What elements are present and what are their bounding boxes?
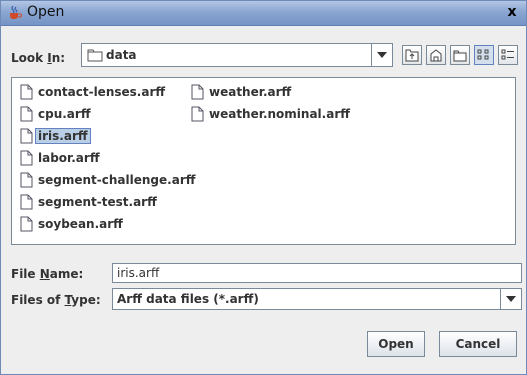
- folder-icon: [87, 48, 103, 65]
- list-view-button[interactable]: [474, 45, 494, 65]
- file-item[interactable]: contact-lenses.arff: [20, 82, 165, 102]
- java-coffee-icon: [7, 4, 23, 20]
- file-item[interactable]: segment-challenge.arff: [20, 170, 195, 190]
- file-icon: [20, 150, 33, 166]
- file-icon: [20, 128, 33, 144]
- file-item[interactable]: weather.arff: [191, 82, 291, 102]
- file-name: cpu.arff: [38, 107, 91, 121]
- new-folder-icon: [453, 50, 467, 62]
- cancel-button[interactable]: Cancel: [439, 331, 517, 357]
- file-name-label: File Name:: [11, 267, 84, 281]
- file-icon: [191, 106, 204, 122]
- look-in-value: data: [106, 48, 137, 62]
- file-list[interactable]: contact-lenses.arff cpu.arff iris.arff l…: [11, 77, 516, 245]
- home-icon: [430, 49, 442, 62]
- list-view-icon: [477, 49, 489, 60]
- file-item[interactable]: labor.arff: [20, 148, 100, 168]
- file-name: weather.nominal.arff: [209, 107, 350, 121]
- file-icon: [191, 84, 204, 100]
- file-name: segment-test.arff: [38, 195, 157, 209]
- look-in-combo[interactable]: data: [81, 43, 393, 67]
- file-type-label: Files of Type:: [11, 293, 101, 307]
- up-folder-icon: [405, 49, 419, 62]
- file-item[interactable]: segment-test.arff: [20, 192, 157, 212]
- file-icon: [20, 106, 33, 122]
- file-item[interactable]: cpu.arff: [20, 104, 91, 124]
- file-name: contact-lenses.arff: [38, 85, 166, 99]
- new-folder-button[interactable]: [450, 45, 470, 65]
- open-dialog: Open x Look In: data contact-lenses.arff…: [0, 0, 527, 375]
- file-name: iris.arff: [35, 128, 91, 144]
- look-in-label: Look In:: [11, 51, 66, 65]
- open-button[interactable]: Open: [367, 331, 425, 357]
- chevron-down-icon: [377, 52, 387, 58]
- file-icon: [20, 84, 33, 100]
- details-view-icon: [501, 49, 514, 60]
- file-type-dropdown-button[interactable]: [500, 289, 521, 309]
- file-icon: [20, 172, 33, 188]
- home-button[interactable]: [426, 45, 446, 65]
- title-bar[interactable]: Open x: [1, 1, 526, 26]
- file-item-selected[interactable]: iris.arff: [20, 126, 91, 146]
- file-type-value: Arff data files (*.arff): [117, 292, 259, 306]
- file-name: soybean.arff: [38, 217, 123, 231]
- file-name: labor.arff: [38, 151, 100, 165]
- close-button[interactable]: x: [504, 4, 520, 20]
- file-item[interactable]: weather.nominal.arff: [191, 104, 350, 124]
- up-one-level-button[interactable]: [402, 45, 422, 65]
- details-view-button[interactable]: [498, 45, 518, 65]
- file-icon: [20, 216, 33, 232]
- file-name-input[interactable]: [112, 263, 522, 283]
- window-title: Open: [27, 4, 65, 20]
- chevron-down-icon: [506, 296, 516, 302]
- file-item[interactable]: soybean.arff: [20, 214, 123, 234]
- file-name: weather.arff: [209, 85, 292, 99]
- look-in-dropdown-button[interactable]: [371, 44, 392, 66]
- file-type-combo[interactable]: Arff data files (*.arff): [112, 288, 522, 310]
- file-icon: [20, 194, 33, 210]
- file-name: segment-challenge.arff: [38, 173, 196, 187]
